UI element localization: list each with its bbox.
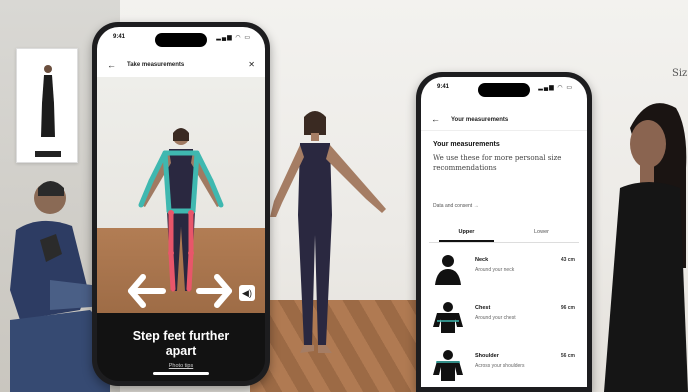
measurement-row-neck[interactable]: Neck Around your neck 43 cm xyxy=(431,249,577,293)
instruction-text: Step feet further apart xyxy=(97,329,265,359)
instruction-panel: Step feet further apart Photo tips xyxy=(97,313,265,381)
row-value: 43 cm xyxy=(560,257,575,263)
speaker-icon[interactable]: ◀) xyxy=(239,285,255,301)
dynamic-island xyxy=(155,33,207,47)
phone-left: 9:41 ▂▄▆ ◠ ▭ ← Take measurements ✕ ◀) St… xyxy=(92,22,270,386)
phone-right-screen: 9:41 ▂▄▆ ◠ ▭ ← Your measurements Your me… xyxy=(421,77,587,387)
nav-bar: ← Take measurements ✕ xyxy=(97,57,265,75)
chest-diagram-icon xyxy=(433,302,463,333)
section-description: We use these for more personal size reco… xyxy=(433,154,562,172)
product-tag xyxy=(35,151,61,157)
row-label: Shoulder xyxy=(475,353,499,359)
arrow-left-icon[interactable]: ← xyxy=(431,114,440,124)
row-subtitle: Across your shoulders xyxy=(475,363,525,369)
photo-tips-link[interactable]: Photo tips xyxy=(97,363,265,369)
data-consent-link[interactable]: Data and consent → xyxy=(433,203,479,209)
measurement-row-shoulder[interactable]: Shoulder Across your shoulders 56 cm xyxy=(431,345,577,387)
row-label: Neck xyxy=(475,257,489,263)
page-title: Your measurements xyxy=(451,117,509,123)
phone-left-screen: 9:41 ▂▄▆ ◠ ▭ ← Take measurements ✕ ◀) St… xyxy=(97,27,265,381)
measurement-tabs: Upper Lower xyxy=(429,223,579,243)
camera-view xyxy=(97,77,265,313)
status-time: 9:41 xyxy=(437,84,450,90)
dress-image xyxy=(41,65,55,137)
poster-text: Siz xyxy=(672,68,688,79)
neck-diagram-icon xyxy=(435,255,461,285)
arrow-icons xyxy=(128,274,232,308)
row-subtitle: Around your chest xyxy=(475,315,516,321)
measurement-row-chest[interactable]: Chest Around your chest 96 cm xyxy=(431,297,577,341)
row-label: Chest xyxy=(475,305,491,311)
tab-lower[interactable]: Lower xyxy=(504,229,579,235)
tab-upper[interactable]: Upper xyxy=(429,229,504,242)
model-photo-right xyxy=(604,103,688,392)
shoulder-diagram-icon xyxy=(433,350,463,381)
nav-bar: ← Your measurements xyxy=(421,111,587,131)
close-icon[interactable]: ✕ xyxy=(248,60,255,69)
product-card xyxy=(16,48,78,163)
phone-right: 9:41 ▂▄▆ ◠ ▭ ← Your measurements Your me… xyxy=(416,72,592,392)
row-value: 56 cm xyxy=(560,353,575,359)
status-icons: ▂▄▆ ◠ ▭ xyxy=(216,35,251,41)
row-value: 96 cm xyxy=(560,305,575,311)
row-subtitle: Around your neck xyxy=(475,267,515,273)
status-icons: ▂▄▆ ◠ ▭ xyxy=(538,85,573,91)
section-heading: Your measurements xyxy=(433,141,500,148)
instruction-line-1: Step feet further xyxy=(132,329,230,343)
status-time: 9:41 xyxy=(113,34,126,40)
instruction-line-2: apart xyxy=(165,344,197,358)
dynamic-island xyxy=(478,83,530,97)
pose-overlay xyxy=(128,128,232,308)
home-indicator xyxy=(153,372,209,375)
arrow-left-icon[interactable]: ← xyxy=(107,60,116,70)
page-title: Take measurements xyxy=(127,62,185,68)
model-photo-center xyxy=(270,111,386,353)
